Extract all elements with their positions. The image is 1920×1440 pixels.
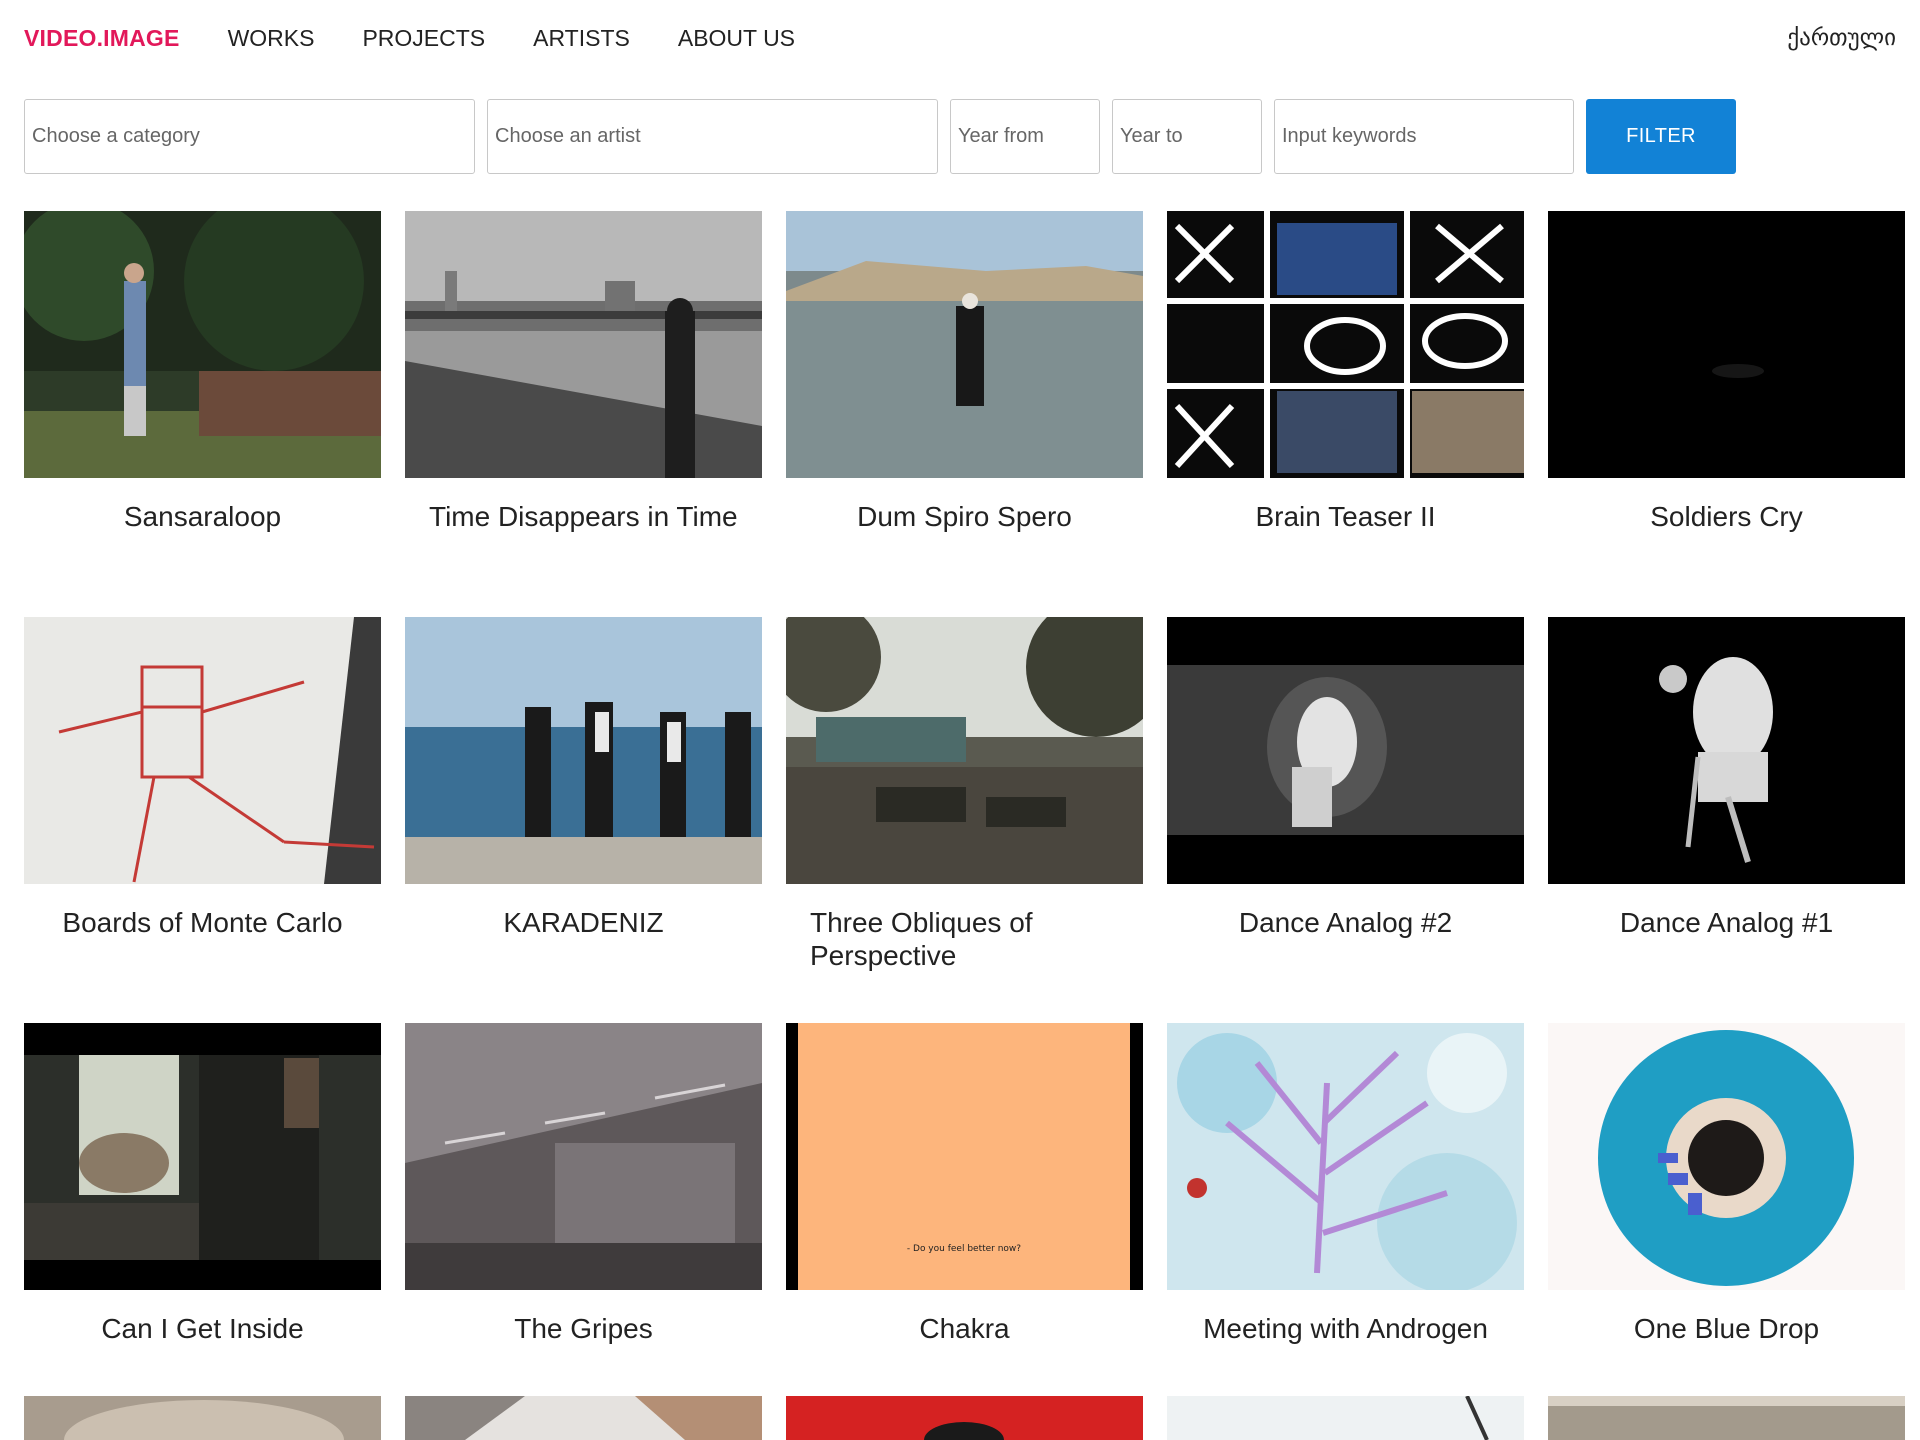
work-thumbnail — [405, 211, 762, 478]
work-title: Can I Get Inside — [101, 1313, 304, 1344]
nav-about-us[interactable]: ABOUT US — [678, 25, 795, 52]
work-card[interactable]: Sansaraloop — [24, 211, 381, 617]
work-title: Soldiers Cry — [1650, 501, 1803, 532]
work-thumbnail — [1548, 211, 1905, 478]
work-card[interactable]: Soldiers Cry — [1548, 211, 1905, 617]
work-thumbnail[interactable] — [24, 1396, 381, 1440]
work-thumbnail — [786, 617, 1143, 884]
work-card[interactable]: Meeting with Androgen — [1167, 1023, 1524, 1429]
year-to-input[interactable] — [1112, 99, 1262, 174]
work-title: Brain Teaser II — [1255, 501, 1436, 532]
works-grid-next-row — [24, 1396, 1905, 1440]
work-thumbnail — [786, 211, 1143, 478]
filter-button[interactable]: FILTER — [1586, 99, 1736, 174]
work-thumbnail[interactable] — [1548, 1396, 1905, 1440]
work-title: Dum Spiro Spero — [857, 501, 1072, 532]
work-title: Sansaraloop — [123, 501, 282, 532]
work-thumbnail — [405, 1023, 762, 1290]
work-card[interactable]: The Gripes — [405, 1023, 762, 1429]
work-thumbnail — [1548, 1023, 1905, 1290]
work-thumbnail[interactable] — [1167, 1396, 1524, 1440]
keywords-input[interactable] — [1274, 99, 1574, 174]
work-thumbnail — [1167, 211, 1524, 478]
work-thumbnail — [24, 617, 381, 884]
work-thumbnail — [24, 211, 381, 478]
work-thumbnail — [24, 1023, 381, 1290]
nav-projects[interactable]: PROJECTS — [362, 25, 485, 52]
thumbnail-subtitle: - Do you feel better now? — [906, 1244, 1022, 1254]
work-title: The Gripes — [514, 1313, 653, 1344]
work-card[interactable]: KARADENIZ — [405, 617, 762, 1023]
work-title: Dance Analog #2 — [1238, 907, 1453, 938]
work-card[interactable]: One Blue Drop — [1548, 1023, 1905, 1429]
work-thumbnail — [1167, 1023, 1524, 1290]
work-thumbnail — [405, 617, 762, 884]
work-thumbnail: - Do you feel better now? — [786, 1023, 1143, 1290]
year-from-input[interactable] — [950, 99, 1100, 174]
work-title: Three Obliques of Perspective — [810, 907, 1033, 971]
nav-artists[interactable]: ARTISTS — [533, 25, 630, 52]
work-card[interactable]: Dance Analog #2 — [1167, 617, 1524, 1023]
main-nav: WORKS PROJECTS ARTISTS ABOUT US — [228, 25, 795, 52]
work-card[interactable]: Time Disappears in Time — [405, 211, 762, 617]
filter-bar: FILTER — [24, 99, 1736, 174]
works-grid: Sansaraloop Time Disappears in Time Dum … — [24, 211, 1905, 1429]
work-card[interactable]: - Do you feel better now? Chakra — [786, 1023, 1143, 1429]
work-card[interactable]: Can I Get Inside — [24, 1023, 381, 1429]
nav-works[interactable]: WORKS — [228, 25, 315, 52]
work-card[interactable]: Three Obliques of Perspective — [786, 617, 1143, 1023]
site-logo[interactable]: VIDEO.IMAGE — [24, 25, 180, 52]
language-switch[interactable]: ქართული — [1787, 25, 1896, 51]
work-title: One Blue Drop — [1633, 1313, 1820, 1344]
artist-select[interactable] — [487, 99, 938, 174]
work-card[interactable]: Brain Teaser II — [1167, 211, 1524, 617]
work-thumbnail[interactable] — [405, 1396, 762, 1440]
site-header: VIDEO.IMAGE WORKS PROJECTS ARTISTS ABOUT… — [24, 0, 1896, 76]
work-title: Meeting with Androgen — [1203, 1313, 1488, 1344]
work-card[interactable]: Dance Analog #1 — [1548, 617, 1905, 1023]
work-card[interactable]: Boards of Monte Carlo — [24, 617, 381, 1023]
work-title: KARADENIZ — [503, 907, 664, 938]
work-thumbnail[interactable] — [786, 1396, 1143, 1440]
work-title: Dance Analog #1 — [1619, 907, 1834, 938]
work-title: Time Disappears in Time — [429, 501, 738, 532]
work-thumbnail — [1548, 617, 1905, 884]
work-card[interactable]: Dum Spiro Spero — [786, 211, 1143, 617]
work-title: Chakra — [919, 1313, 1010, 1344]
work-thumbnail — [1167, 617, 1524, 884]
work-title: Boards of Monte Carlo — [62, 907, 343, 938]
category-select[interactable] — [24, 99, 475, 174]
